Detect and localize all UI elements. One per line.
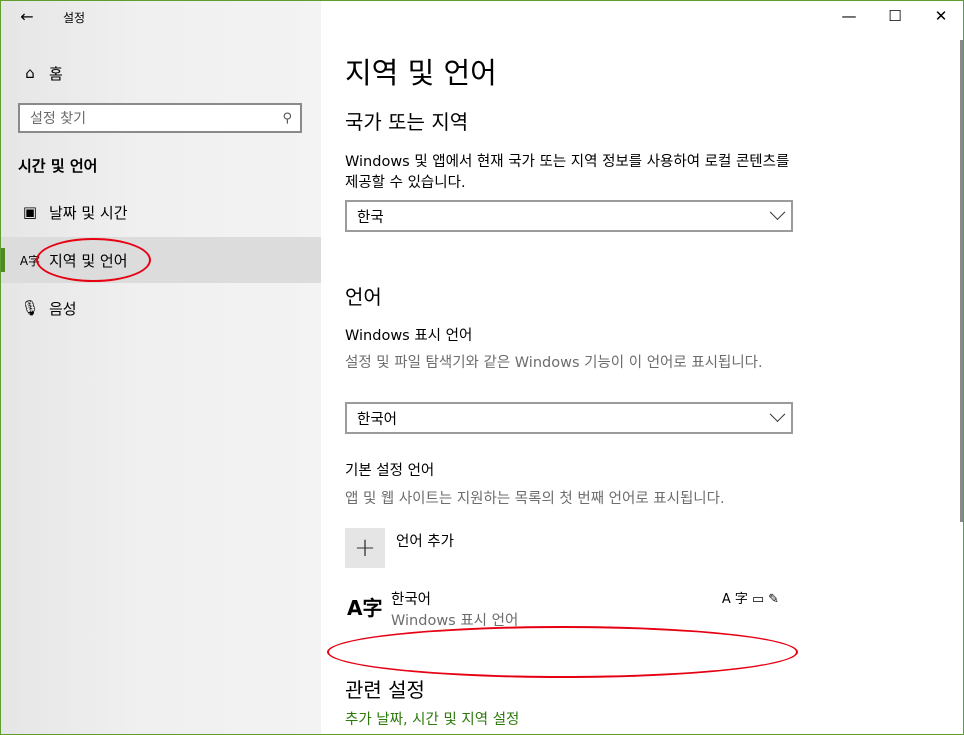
sidebar-item-label: 지역 및 언어 — [49, 251, 128, 270]
search-placeholder: 설정 찾기 — [30, 111, 86, 127]
preferred-language-description: 앱 및 웹 사이트는 지원하는 목록의 첫 번째 언어로 표시됩니다. — [345, 491, 725, 507]
sidebar-item-label: 음성 — [49, 299, 77, 318]
display-language-dropdown[interactable]: 한국어 — [345, 402, 793, 434]
related-settings-heading: 관련 설정 — [345, 678, 425, 702]
language-icon: A字 — [19, 253, 41, 268]
sidebar-item-region-language[interactable]: A字 지역 및 언어 — [1, 237, 321, 283]
sidebar-item-label: 날짜 및 시간 — [49, 203, 128, 222]
plus-icon: + — [345, 528, 385, 568]
search-icon: ⚲ — [282, 110, 292, 126]
minimize-button[interactable]: — — [826, 2, 872, 30]
scrollbar[interactable] — [960, 40, 963, 522]
page-title: 지역 및 언어 — [345, 56, 497, 90]
sidebar: ← 설정 ⌂ 홈 설정 찾기 ⚲ 시간 및 언어 ▣ 날짜 및 시간 A字 지역… — [1, 1, 321, 734]
additional-settings-link[interactable]: 추가 날짜, 시간 및 지역 설정 — [345, 708, 519, 729]
sidebar-item-speech[interactable]: 🎙 음성 — [1, 285, 321, 331]
calendar-clock-icon: ▣ — [22, 203, 38, 221]
add-language-button[interactable]: + 언어 추가 — [345, 528, 454, 568]
microphone-icon: 🎙 — [20, 299, 40, 317]
display-language-label: Windows 표시 언어 — [345, 328, 473, 344]
chevron-down-icon — [769, 203, 786, 220]
language-subtitle: Windows 표시 언어 — [391, 613, 519, 629]
country-region-dropdown[interactable]: 한국 — [345, 200, 793, 232]
search-input[interactable]: 설정 찾기 ⚲ — [18, 103, 302, 133]
sidebar-section-title: 시간 및 언어 — [18, 157, 98, 175]
sidebar-item-home[interactable]: ⌂ 홈 — [1, 50, 321, 96]
chevron-down-icon — [769, 405, 786, 422]
sidebar-item-date-time[interactable]: ▣ 날짜 및 시간 — [1, 189, 321, 235]
preferred-language-label: 기본 설정 언어 — [345, 463, 435, 479]
country-region-value: 한국 — [357, 209, 384, 226]
home-icon: ⌂ — [25, 64, 35, 82]
language-heading: 언어 — [345, 285, 382, 309]
add-language-label: 언어 추가 — [396, 534, 454, 550]
language-list-item[interactable]: A字 한국어 Windows 표시 언어 A字▭✎ — [345, 588, 793, 634]
language-name: 한국어 — [391, 592, 432, 608]
close-button[interactable]: ✕ — [918, 2, 964, 30]
display-language-value: 한국어 — [357, 411, 398, 428]
region-description: Windows 및 앱에서 현재 국가 또는 지역 정보를 사용하여 로컬 콘텐… — [345, 154, 790, 191]
app-title: 설정 — [63, 11, 86, 25]
display-language-description: 설정 및 파일 탐색기와 같은 Windows 기능이 이 언어로 표시됩니다. — [345, 355, 763, 371]
back-arrow-icon[interactable]: ← — [15, 5, 39, 29]
region-heading: 국가 또는 지역 — [345, 110, 469, 134]
main-content: — ☐ ✕ 지역 및 언어 국가 또는 지역 Windows 및 앱에서 현재 … — [321, 0, 964, 735]
language-capability-icons: A字▭✎ — [721, 592, 783, 607]
language-glyph-icon: A字 — [347, 596, 383, 620]
sidebar-item-label: 홈 — [49, 64, 63, 83]
maximize-button[interactable]: ☐ — [872, 2, 918, 30]
